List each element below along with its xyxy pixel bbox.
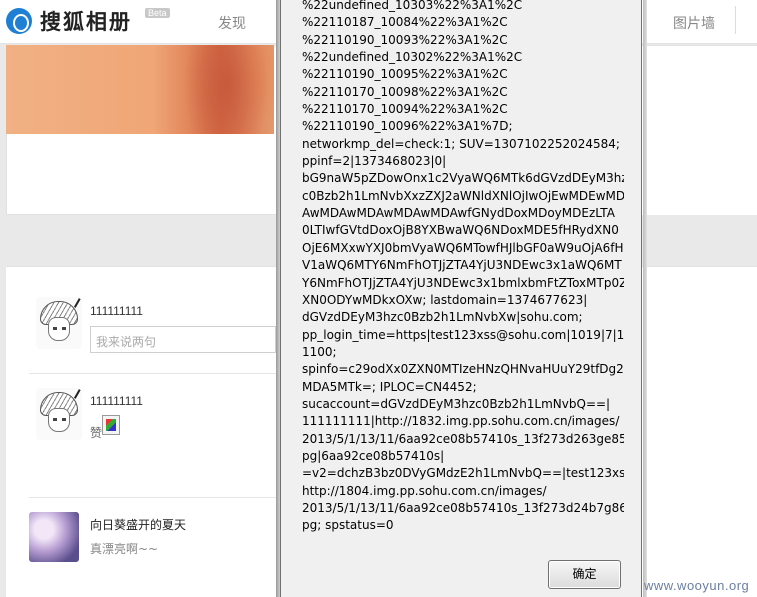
alert-message-line: bG9naW5pZDowOnx1c2VyaWQ6MTk6dGVzdDEyM3hz (302, 171, 624, 186)
alert-message-line: XN0ODYwMDkxOXw; lastdomain=1374677623| (302, 292, 588, 307)
alert-message-line: %22undefined_10303%22%3A1%2C (302, 0, 523, 12)
alert-message-line: sucaccount=dGVzdDEyM3hzc0Bzb2h1LmNvbQ==| (302, 396, 611, 411)
alert-message-line: 1100; (302, 344, 337, 359)
alert-message-line: networkmp_del=check:1; SUV=1307102252024… (302, 136, 620, 151)
alert-message-line: c0Bzb2h1LmNvbXxzZXJ2aWNldXNlOjIwOjEwMDEw… (302, 188, 624, 203)
sohu-album-logo-icon[interactable] (6, 8, 32, 34)
album-thumbnail[interactable] (29, 512, 79, 562)
alert-message-line: http://1804.img.pp.sohu.com.cn/images/ (302, 483, 547, 498)
nav-discover-link[interactable]: 发现 (218, 13, 246, 33)
alert-message-line: 111111111|http://1832.img.pp.sohu.com.cn… (302, 414, 620, 429)
alert-message-line: pg; spstatus=0 (302, 518, 394, 533)
nav-divider (735, 6, 736, 34)
nav-photo-wall-link[interactable]: 图片墙 (673, 13, 715, 33)
ok-button[interactable]: 确定 (548, 560, 621, 589)
broken-image-icon (102, 415, 120, 435)
album-title[interactable]: 向日葵盛开的夏天 (90, 516, 186, 533)
alert-message-line: spinfo=c29odXx0ZXN0MTIzeHNzQHNvaHUuY29tf… (302, 362, 624, 377)
feed-username[interactable]: 111111111 (90, 394, 143, 408)
alert-message-line: OjE6MXxwYXJ0bmVyaWQ6MTowfHJlbGF0aW9uOjA6… (302, 240, 624, 255)
alert-message-line: dGVzdDEyM3hzc0Bzb2h1LmNvbXw|sohu.com; (302, 310, 583, 325)
alert-message-line: Y6NmFhOTJjZTA4YjU3NDEwc3x1bmlxbmFtZToxMT… (302, 275, 624, 290)
alert-message: %22undefined_10303%22%3A1%2C %22110187_10… (302, 0, 624, 535)
alert-message-line: MDA5MTk=; IPLOC=CN4452; (302, 379, 477, 394)
watermark: www.wooyun.org (644, 578, 750, 593)
feed-username[interactable]: 111111111 (90, 304, 143, 318)
alert-message-line: %22110190_10095%22%3A1%2C (302, 67, 508, 82)
dialog-shadow (643, 0, 647, 597)
alert-message-line: %22110170_10094%22%3A1%2C (302, 102, 508, 117)
alert-message-line: %22undefined_10302%22%3A1%2C (302, 50, 523, 65)
alert-message-line: AwMDAwMDAwMDAwMDAwfGNydDoxMDoyMDEzLTA (302, 206, 615, 221)
user-avatar[interactable] (36, 388, 82, 440)
alert-message-line: V1aWQ6MTY6NmFhOTJjZTA4YjU3NDEwc3x1aWQ6MT (302, 258, 622, 273)
alert-message-line: 2013/5/1/13/11/6aa92ce08b57410s_13f273d2… (302, 500, 624, 515)
alert-message-line: 2013/5/1/13/11/6aa92ce08b57410s_13f273d2… (302, 431, 624, 446)
alert-message-line: %22110190_10096%22%3A1%7D; (302, 119, 513, 134)
alert-message-line: pg|6aa92ce08b57410s| (302, 448, 445, 463)
alert-message-line: =v2=dchzB3bz0DVyGMdzE2h1LmNvbQ==|test123… (302, 466, 624, 481)
like-label: 赞 (90, 426, 103, 440)
alert-message-line: pp_login_time=https|test123xss@sohu.com|… (302, 327, 624, 342)
alert-message-line: %22110190_10093%22%3A1%2C (302, 32, 508, 47)
cover-photo[interactable] (6, 45, 274, 134)
beta-badge: Beta (145, 8, 170, 18)
feed-divider (29, 497, 276, 498)
alert-message-line: %22110187_10084%22%3A1%2C (302, 15, 508, 30)
feed-divider (29, 373, 276, 374)
app-title[interactable]: 搜狐相册 (40, 6, 132, 36)
album-description: 真漂亮啊~~ (90, 542, 159, 556)
alert-message-line: ppinf=2|1373468023|0| (302, 154, 447, 169)
alert-message-line: %22110170_10098%22%3A1%2C (302, 84, 508, 99)
comment-input[interactable]: 我来说两句 (90, 326, 276, 353)
user-avatar[interactable] (36, 297, 82, 349)
alert-message-line: 0LTIwfGVtdDoxOjB8YXBwaWQ6NDoxMDE5fHRydXN… (302, 223, 619, 238)
